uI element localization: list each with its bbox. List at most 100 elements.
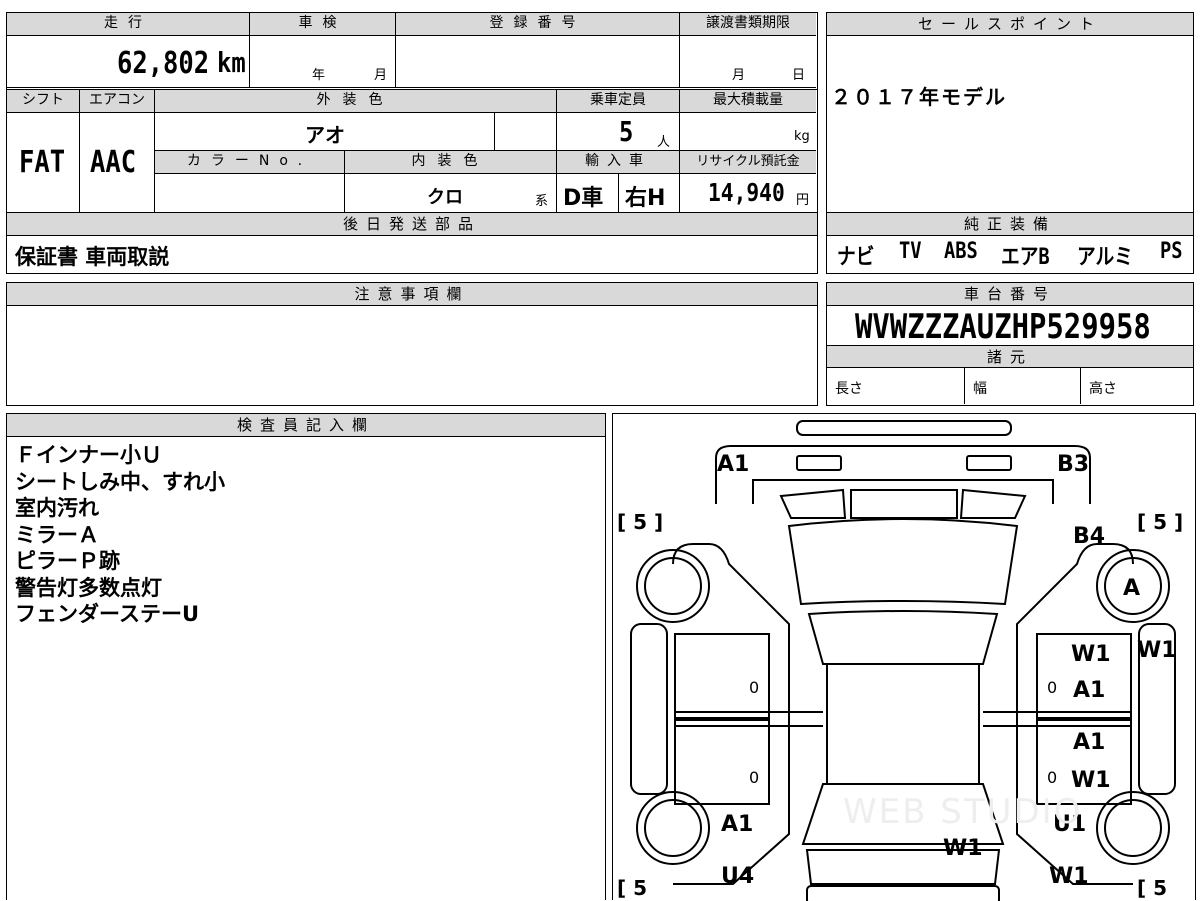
- damage-mark: B4: [1073, 524, 1106, 549]
- tire-depth-rear-right: [ 5: [1137, 876, 1168, 900]
- zero-mark: 0: [1047, 768, 1058, 787]
- damage-mark: A1: [717, 452, 750, 477]
- width-label: 幅: [973, 381, 987, 397]
- transfer-cell: 月 日: [680, 36, 816, 88]
- damage-mark: W1: [1071, 768, 1111, 793]
- interior-color-suffix: 系: [535, 194, 549, 209]
- inspector-line: 警告灯多数点灯: [15, 575, 162, 600]
- ac-cell: AAC: [80, 113, 155, 212]
- capacity-cell: 5 人: [557, 113, 680, 151]
- length-cell: 長さ: [827, 368, 965, 404]
- import-cell-1: D車: [557, 174, 619, 212]
- inspector-line: シートしみ中、すれ小: [15, 469, 225, 494]
- damage-mark: A1: [1073, 730, 1106, 755]
- chassis-label: 車台番号: [827, 283, 1193, 306]
- specs-panel: シフト エアコン 外装色 乗車定員 最大積載量 FAT AAC アオ 5 人 k…: [6, 89, 818, 214]
- interior-color-label: 内装色: [345, 151, 557, 174]
- shift-cell: FAT: [7, 113, 80, 212]
- inspection-year: 年: [312, 68, 326, 83]
- length-label: 長さ: [835, 381, 863, 397]
- import-cell-2: 右H: [619, 174, 680, 212]
- notes-panel: 注意事項欄: [6, 282, 818, 406]
- tire-depth-front-right: [ 5 ]: [1137, 510, 1184, 534]
- inspector-line: ミラーＡ: [15, 522, 99, 547]
- damage-mark: A1: [721, 812, 754, 837]
- transfer-day: 日: [792, 68, 806, 83]
- inspection-cell: 年 月: [250, 36, 396, 88]
- height-label: 高さ: [1089, 381, 1117, 397]
- recycle-cell: 14,940 円: [680, 174, 816, 212]
- tire-depth-front-left: [ 5 ]: [617, 510, 664, 534]
- damage-mark: U4: [721, 864, 755, 889]
- inspector-label: 検査員記入欄: [7, 414, 605, 437]
- interior-color-cell: クロ 系: [345, 174, 557, 212]
- inspector-line: ピラーＰ跡: [15, 549, 120, 573]
- exterior-extra-cell: [495, 113, 557, 151]
- height-cell: 高さ: [1081, 368, 1192, 404]
- later-parts-panel: 後日発送部品 保証書 車両取説: [6, 212, 818, 274]
- capacity-label: 乗車定員: [557, 90, 680, 113]
- equipment-list: ナビ TV ABS エアB アルミ PS PW: [837, 239, 1200, 271]
- exterior-color-value: アオ: [305, 123, 345, 147]
- chassis-panel: 車台番号 WVWZZZAUZHP529958 諸元 長さ 幅 高さ: [826, 282, 1194, 406]
- recycle-label: リサイクル預託金: [680, 151, 816, 174]
- width-cell: 幅: [965, 368, 1081, 404]
- tire-depth-rear-left: [ 5: [617, 876, 648, 900]
- damage-mark: W1: [1049, 864, 1089, 889]
- notes-label: 注意事項欄: [7, 283, 817, 306]
- max-load-unit: kg: [794, 129, 810, 144]
- equipment-item: アルミ: [1076, 245, 1133, 270]
- sales-point-label: セールスポイント: [827, 13, 1193, 36]
- recycle-unit: 円: [796, 193, 810, 208]
- max-load-label: 最大積載量: [680, 90, 816, 113]
- inspection-month: 月: [374, 68, 388, 83]
- mileage-unit: km: [217, 46, 246, 79]
- color-no-cell: [155, 174, 345, 212]
- inspector-line: フェンダーステーU: [15, 602, 200, 626]
- inspector-lines: Ｆインナー小Ｕ シートしみ中、すれ小 室内汚れ ミラーＡ ピラーＰ跡 警告灯多数…: [15, 442, 225, 628]
- later-parts-label: 後日発送部品: [7, 213, 817, 236]
- zero-mark: 0: [749, 678, 760, 697]
- inspector-line: Ｆインナー小Ｕ: [15, 443, 162, 467]
- damage-mark: A: [1123, 576, 1141, 601]
- import-value-1: D車: [563, 186, 604, 211]
- later-parts-text: 保証書 車両取説: [15, 245, 170, 269]
- mileage-cell: 62,802 km: [7, 36, 250, 88]
- equipment-item: PS: [1160, 239, 1183, 264]
- damage-mark: W1: [1137, 638, 1177, 663]
- exterior-color-label: 外装色: [155, 90, 557, 113]
- equipment-panel: 純正装備 ナビ TV ABS エアB アルミ PS PW: [826, 212, 1194, 274]
- zero-mark: 0: [749, 768, 760, 787]
- capacity-unit: 人: [657, 135, 671, 150]
- mileage-label: 走行: [7, 13, 250, 36]
- shift-label: シフト: [7, 90, 80, 113]
- recycle-value: 14,940: [708, 178, 785, 207]
- max-load-cell: kg: [680, 113, 816, 151]
- damage-mark: B3: [1057, 452, 1090, 477]
- sales-point-text: ２０１７年モデル: [831, 85, 1007, 109]
- capacity-value: 5: [619, 115, 634, 148]
- transfer-month: 月: [732, 68, 746, 83]
- equipment-item: TV: [899, 239, 922, 264]
- registration-label: 登録番号: [396, 13, 680, 36]
- import-value-2: 右H: [625, 186, 666, 211]
- dimensions-label: 諸元: [827, 345, 1193, 368]
- mileage-value: 62,802: [117, 46, 210, 81]
- shift-value: FAT: [19, 145, 66, 180]
- car-diagram-panel: A1 B3 B4 A W1 W1 A1 A1 W1 A1 U1 W1 U4 W1…: [612, 413, 1196, 901]
- exterior-color-cell: アオ: [155, 113, 495, 151]
- import-label: 輸入車: [557, 151, 680, 174]
- damage-mark: W1: [1071, 642, 1111, 667]
- chassis-number: WVWZZZAUZHP529958: [855, 307, 1151, 347]
- registration-cell: [396, 36, 680, 88]
- inspector-line: 室内汚れ: [15, 496, 99, 520]
- damage-mark: W1: [943, 836, 983, 861]
- inspector-panel: 検査員記入欄 Ｆインナー小Ｕ シートしみ中、すれ小 室内汚れ ミラーＡ ピラーＰ…: [6, 413, 606, 900]
- damage-mark: A1: [1073, 678, 1106, 703]
- transfer-deadline-label: 譲渡書類期限: [680, 13, 816, 36]
- zero-mark: 0: [1047, 678, 1058, 697]
- ac-value: AAC: [90, 145, 137, 180]
- color-no-label: カラーNo.: [155, 151, 345, 174]
- equipment-item: ナビ: [837, 245, 875, 270]
- equipment-item: エアB: [1001, 245, 1050, 270]
